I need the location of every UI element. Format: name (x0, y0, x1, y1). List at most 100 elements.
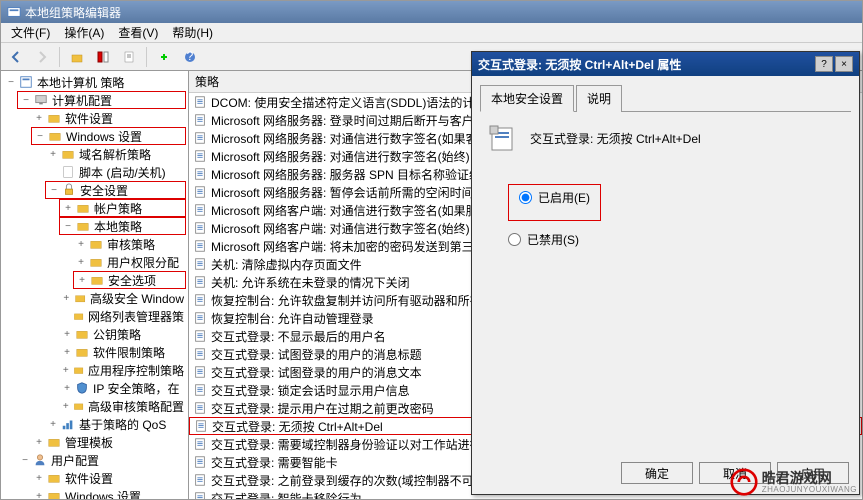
tree-admin-templates[interactable]: +管理模板 (31, 433, 186, 451)
script-icon (61, 165, 75, 179)
help-button[interactable]: ? (179, 46, 201, 68)
policy-item-label: Microsoft 网络服务器: 暂停会话前所需的空闲时间数量 (211, 184, 498, 201)
up-button[interactable] (66, 46, 88, 68)
policy-item-label: Microsoft 网络客户端: 对通信进行数字签名(如果服务 (211, 202, 490, 219)
ok-button[interactable]: 确定 (621, 462, 693, 484)
policy-name-label: 交互式登录: 无须按 Ctrl+Alt+Del (530, 130, 701, 147)
export-button[interactable] (118, 46, 140, 68)
policy-item-icon (193, 131, 207, 145)
tab-local-security[interactable]: 本地安全设置 (480, 85, 574, 112)
policy-item-label: 交互式登录: 不显示最后的用户名 (211, 328, 386, 345)
tree-user-config[interactable]: −用户配置 (17, 451, 186, 469)
policy-item-icon (193, 365, 207, 379)
menu-help[interactable]: 帮助(H) (166, 22, 219, 43)
policy-item-label: 交互式登录: 锁定会话时显示用户信息 (211, 382, 410, 399)
folder-icon (47, 471, 61, 485)
policy-item-icon (193, 293, 207, 307)
dialog-body: 本地安全设置 说明 交互式登录: 无须按 Ctrl+Alt+Del 已启用(E) (472, 76, 859, 460)
policy-item-icon (194, 419, 208, 433)
tree-pane[interactable]: − 本地计算机 策略 − 计算机配置 +软件设置 −Windows 设置 +域名 (1, 71, 189, 499)
policy-item-icon (193, 347, 207, 361)
tree-account-policies[interactable]: +帐户策略 (59, 199, 186, 217)
folder-icon (47, 435, 61, 449)
tree-net-list-manager[interactable]: 网络列表管理器策 (59, 307, 186, 325)
dialog-help-button[interactable]: ? (815, 56, 833, 72)
menu-view[interactable]: 查看(V) (112, 22, 164, 43)
radio-enabled[interactable] (519, 191, 532, 204)
tree-user-windows[interactable]: +Windows 设置 (31, 487, 186, 499)
back-button[interactable] (5, 46, 27, 68)
tree-public-key[interactable]: +公钥策略 (59, 325, 186, 343)
tab-content: 交互式登录: 无须按 Ctrl+Alt+Del 已启用(E) 已禁用(S) (480, 112, 851, 452)
folder-icon (61, 147, 75, 161)
policy-item-label: 交互式登录: 之前登录到缓存的次数(域控制器不可用时 (211, 472, 498, 489)
folder-icon (48, 129, 62, 143)
tree-scripts[interactable]: 脚本 (启动/关机) (45, 163, 186, 181)
tree-qos[interactable]: +基于策略的 QoS (45, 415, 186, 433)
tree-security-settings[interactable]: −安全设置 (45, 181, 186, 199)
policy-item-label: Microsoft 网络服务器: 服务器 SPN 目标名称验证级别 (211, 166, 493, 183)
folder-icon (76, 219, 90, 233)
tree-computer-config[interactable]: − 计算机配置 (17, 91, 186, 109)
menubar: 文件(F) 操作(A) 查看(V) 帮助(H) (1, 23, 862, 43)
menu-action[interactable]: 操作(A) (58, 22, 110, 43)
policy-item-icon (193, 455, 207, 469)
tree-advanced-audit[interactable]: +高级审核策略配置 (59, 397, 186, 415)
dialog-close-button[interactable]: × (835, 56, 853, 72)
folder-icon (75, 327, 89, 341)
menu-file[interactable]: 文件(F) (5, 22, 56, 43)
qos-icon (61, 417, 75, 431)
tree-app-control[interactable]: +应用程序控制策略 (59, 361, 186, 379)
policy-item-icon (193, 221, 207, 235)
tree-software-restrict[interactable]: +软件限制策略 (59, 343, 186, 361)
folder-icon (89, 255, 103, 269)
tree-user-software[interactable]: +软件设置 (31, 469, 186, 487)
policy-item-label: 交互式登录: 提示用户在过期之前更改密码 (211, 400, 434, 417)
tree-local-policies[interactable]: −本地策略 (59, 217, 186, 235)
radio-disabled[interactable] (508, 233, 521, 246)
tree-audit-policy[interactable]: +审核策略 (73, 235, 186, 253)
dialog-titlebar[interactable]: 交互式登录: 无须按 Ctrl+Alt+Del 属性 ? × (472, 52, 859, 76)
policy-header: 交互式登录: 无须按 Ctrl+Alt+Del (488, 122, 843, 154)
policy-icon (19, 75, 33, 89)
policy-item-label: 关机: 允许系统在未登录的情况下关闭 (211, 274, 410, 291)
tree-windows-settings[interactable]: −Windows 设置 (31, 127, 186, 145)
tab-explain[interactable]: 说明 (576, 85, 622, 112)
policy-item-label: 交互式登录: 试图登录的用户的消息标题 (211, 346, 422, 363)
radio-disabled-row[interactable]: 已禁用(S) (508, 231, 843, 248)
lock-icon (62, 183, 76, 197)
forward-button[interactable] (31, 46, 53, 68)
radio-enabled-row[interactable]: 已启用(E) (519, 189, 590, 206)
policy-item-label: Microsoft 网络服务器: 登录时间过期后断开与客户端的 (211, 112, 498, 129)
policy-item-icon (193, 311, 207, 325)
policy-item-label: 交互式登录: 无须按 Ctrl+Alt+Del (212, 418, 383, 435)
watermark: 晧君游戏网 ZHAOJUNYOUXIWANG (730, 468, 857, 496)
properties-dialog: 交互式登录: 无须按 Ctrl+Alt+Del 属性 ? × 本地安全设置 说明… (471, 51, 860, 495)
policy-item-icon (193, 329, 207, 343)
policy-item-label: 恢复控制台: 允许软盘复制并访问所有驱动器和所有文 (211, 292, 494, 309)
tree-ip-security[interactable]: +IP 安全策略，在 (59, 379, 186, 397)
policy-item-icon (193, 383, 207, 397)
policy-item-label: 关机: 清除虚拟内存页面文件 (211, 256, 362, 273)
tree-name-resolution[interactable]: +域名解析策略 (45, 145, 186, 163)
radio-enabled-label: 已启用(E) (538, 189, 590, 206)
tree-advanced-security[interactable]: +高级安全 Window (59, 289, 186, 307)
watermark-name: 晧君游戏网 (762, 471, 857, 485)
policy-item-icon (193, 95, 207, 109)
policy-item-label: 交互式登录: 智能卡移除行为 (211, 490, 362, 500)
policy-item-label: Microsoft 网络服务器: 对通信进行数字签名(始终) (211, 148, 470, 165)
tree-security-options[interactable]: +安全选项 (73, 271, 186, 289)
properties-button[interactable] (153, 46, 175, 68)
folder-icon (73, 309, 84, 323)
tree-software-settings[interactable]: +软件设置 (31, 109, 186, 127)
policy-item-icon (193, 257, 207, 271)
policy-item-icon (193, 275, 207, 289)
policy-item-icon (193, 437, 207, 451)
tree-root[interactable]: − 本地计算机 策略 (3, 73, 186, 91)
folder-icon (76, 201, 90, 215)
tree-user-rights[interactable]: +用户权限分配 (73, 253, 186, 271)
radio-group-2: 已禁用(S) (508, 231, 843, 248)
show-hide-button[interactable] (92, 46, 114, 68)
policy-item-icon (193, 149, 207, 163)
policy-item-icon (193, 239, 207, 253)
